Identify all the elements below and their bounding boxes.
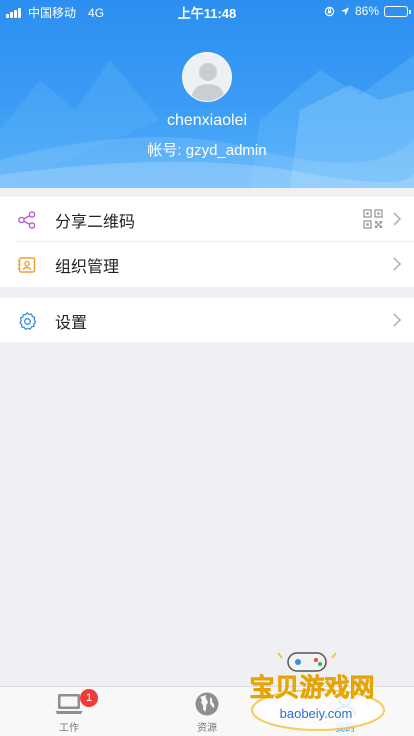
tab-label: 资源 (197, 723, 217, 734)
notification-badge: 1 (80, 689, 98, 707)
share-icon (18, 211, 36, 229)
tab-label: 工作 (59, 723, 79, 734)
site-watermark: 宝贝游戏网 baobeiy.com (232, 648, 392, 734)
rotation-lock-icon (324, 6, 335, 16)
battery-icon (384, 5, 411, 17)
menu-item-share-qr[interactable]: 分享二维码 (0, 197, 414, 242)
chevron-right-icon (393, 212, 402, 226)
default-avatar-icon (191, 63, 225, 101)
location-arrow-icon (340, 7, 349, 15)
tab-work[interactable]: 1 工作 (0, 687, 138, 736)
profile-header: 中国移动 4G 上午11:48 86% chenxiaolei 帐号: gzyd… (0, 0, 414, 188)
globe-icon (195, 692, 219, 716)
battery-percent: 86% (354, 4, 379, 18)
menu-group-primary: 分享二维码 组织管理 (0, 197, 414, 287)
avatar[interactable] (182, 52, 232, 102)
menu-group-settings: 设置 (0, 298, 414, 342)
contact-card-icon (17, 257, 36, 273)
watermark-title: 宝贝游戏网 (249, 673, 374, 702)
menu-item-settings[interactable]: 设置 (0, 298, 414, 343)
qr-code-icon (363, 209, 383, 229)
menu-item-label: 设置 (55, 314, 88, 332)
chevron-right-icon (393, 257, 402, 271)
menu-item-org-manage[interactable]: 组织管理 (0, 242, 414, 287)
watermark-logo: 宝贝游戏网 baobeiy.com (249, 652, 385, 731)
laptop-icon (55, 694, 83, 714)
account-id: 帐号: gzyd_admin (147, 142, 267, 159)
menu-item-label: 分享二维码 (55, 213, 136, 231)
chevron-right-icon (393, 313, 402, 327)
watermark-url: baobeiy.com (280, 706, 353, 721)
status-bar: 中国移动 4G 上午11:48 86% (0, 0, 414, 22)
gear-icon (19, 312, 37, 331)
menu-item-label: 组织管理 (55, 258, 120, 276)
username: chenxiaolei (166, 112, 248, 129)
